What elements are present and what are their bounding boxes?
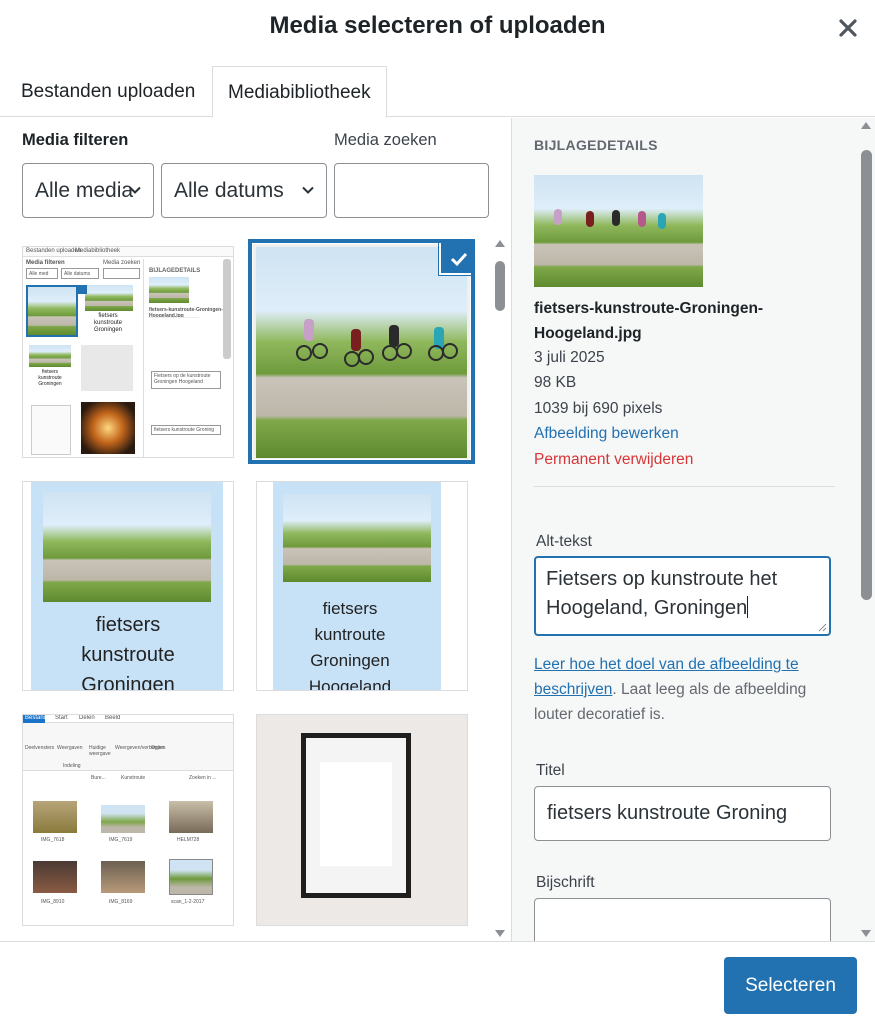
screenshot-preview: Bestanden uploaden Mediabibliotheek Medi…	[23, 247, 233, 457]
media-search-input[interactable]	[334, 163, 489, 218]
media-modal: Media selecteren of uploaden Bestanden u…	[0, 0, 875, 1024]
title-label: Titel	[536, 762, 565, 779]
poster-text: fietsers kunstroute Groningen	[81, 614, 175, 691]
cyclists-photo	[256, 247, 467, 458]
attachment-date: 3 juli 2025	[534, 349, 605, 366]
alt-text-help: Leer hoe het doel van de afbeelding te b…	[534, 652, 834, 727]
attachment-dimensions: 1039 bij 690 pixels	[534, 400, 663, 417]
attachment-thumbnail[interactable]: Bestanden uploaden Mediabibliotheek Medi…	[22, 246, 234, 458]
date-filter-select[interactable]: Alle datums	[161, 163, 327, 218]
title-field[interactable]: fietsers kunstroute Groning	[534, 786, 831, 841]
attachment-thumbnail[interactable]: fietsers kuntroute Groningen Hoogeland	[256, 481, 468, 691]
select-button[interactable]: Selecteren	[724, 957, 857, 1014]
tab-bar: Bestanden uploaden Mediabibliotheek	[0, 66, 875, 118]
attachment-thumbnail[interactable]: Bestand Start Delen Beeld Deelvensters W…	[22, 714, 234, 926]
resize-handle-icon[interactable]	[817, 622, 827, 632]
checkmark-icon[interactable]	[439, 243, 471, 275]
cyclists-photo	[43, 492, 211, 602]
media-type-value: Alle media	[35, 179, 134, 202]
details-heading: BIJLAGEDETAILS	[534, 137, 658, 153]
media-browser: Media filteren Media zoeken Alle media A…	[0, 118, 510, 941]
modal-header: Media selecteren of uploaden	[0, 0, 875, 60]
cyclists-photo	[283, 494, 431, 582]
frame-photo	[301, 733, 411, 898]
caption-label: Bijschrift	[536, 874, 595, 891]
attachments-grid: Bestanden uploaden Mediabibliotheek Medi…	[0, 236, 510, 941]
attachment-thumbnail[interactable]: fietsers kunstroute Groningen	[22, 481, 234, 691]
filter-label: Media filteren	[22, 131, 129, 149]
date-filter-value: Alle datums	[174, 179, 284, 202]
attachment-thumbnail[interactable]	[256, 714, 468, 926]
media-type-select[interactable]: Alle media	[22, 163, 154, 218]
modal-footer: Selecteren	[0, 941, 875, 1024]
edit-image-link[interactable]: Afbeelding bewerken	[534, 425, 679, 443]
caption-field[interactable]	[534, 898, 831, 941]
chevron-down-icon	[302, 186, 314, 194]
attachment-thumbnail-selected[interactable]	[248, 239, 475, 464]
alt-text-value: Fietsers op kunstroute het Hoogeland, Gr…	[546, 568, 778, 619]
attachment-size: 98 KB	[534, 374, 577, 391]
chevron-down-icon	[129, 186, 141, 194]
attachment-details: BIJLAGEDETAILS fietsers-kunstroute-Groni…	[511, 118, 875, 941]
modal-title: Media selecteren of uploaden	[269, 12, 606, 39]
poster-text: fietsers kuntroute Groningen Hoogeland	[308, 599, 392, 691]
explorer-preview: Bestand Start Delen Beeld Deelvensters W…	[23, 715, 233, 925]
attachment-filename: fietsers-kunstroute-Groningen-Hoogeland.…	[534, 300, 764, 342]
tab-media-library[interactable]: Mediabibliotheek	[212, 66, 387, 118]
detail-thumbnail	[534, 175, 703, 287]
details-scrollbar[interactable]	[858, 118, 875, 941]
delete-permanently-link[interactable]: Permanent verwijderen	[534, 451, 693, 469]
tab-upload-files[interactable]: Bestanden uploaden	[6, 66, 210, 117]
alt-text-label: Alt-tekst	[536, 533, 592, 550]
alt-text-field[interactable]: Fietsers op kunstroute het Hoogeland, Gr…	[534, 556, 831, 636]
search-label: Media zoeken	[334, 131, 437, 149]
close-icon[interactable]	[832, 12, 864, 44]
grid-scrollbar[interactable]	[493, 236, 507, 941]
details-divider	[534, 486, 835, 487]
